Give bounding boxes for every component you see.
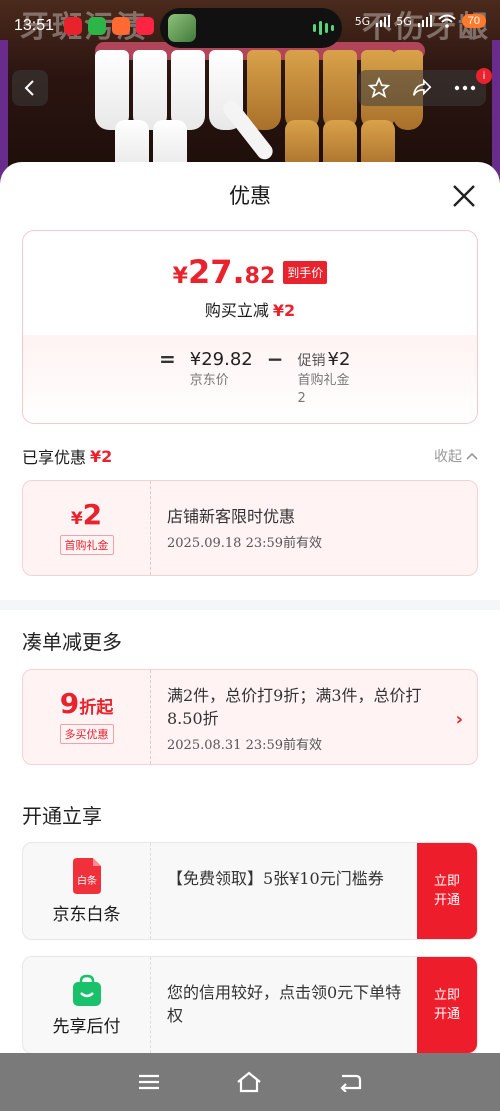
minus-sign: −: [266, 347, 284, 371]
coupon-tag: 首购礼金: [59, 535, 114, 555]
chevron-up-icon: [466, 452, 478, 460]
promo-discount: 促销 ¥2 首购礼金 2: [297, 349, 351, 406]
service-description: 【免费领取】5张¥10元门槛券: [167, 869, 384, 888]
signal-icon: [376, 15, 391, 27]
more-icon[interactable]: [454, 85, 476, 91]
service-description: 您的信用较好，点击领0元下单特权: [167, 983, 402, 1026]
price-summary-card: ¥27. 82 到手价 购买立减 ¥2 = ¥29.82 京东价 − 促销 ¥2 首购…: [22, 230, 478, 424]
section-title-more: 凑单减更多: [22, 630, 122, 654]
multi-buy-coupon[interactable]: 9折起 多买优惠 满2件，总价打9折；满3件，总价打8.50折 2025.08.…: [22, 669, 478, 765]
price-breakdown: = ¥29.82 京东价 − 促销 ¥2 首购礼金 2: [159, 347, 351, 423]
signal-2-label: 5G: [396, 14, 412, 28]
app-icon: [112, 17, 131, 35]
coupon-expiry: 2025.09.18 23:59前有效: [167, 536, 323, 552]
coupon-tag: 多买优惠: [59, 724, 114, 744]
equals-sign: =: [159, 347, 176, 371]
chevron-right-icon: ›: [455, 709, 463, 730]
open-pay-later-button[interactable]: 立即开通: [417, 957, 477, 1053]
action-button-group: [358, 70, 486, 106]
base-price: ¥29.82 京东价: [189, 349, 253, 388]
signal-1-label: 5G: [354, 14, 371, 28]
image-border-right: [492, 40, 500, 180]
discount-value: 9折起: [59, 687, 114, 720]
shopping-bag-icon: [72, 974, 101, 1006]
notification-dot: i: [476, 68, 492, 84]
status-bar: 牙斑污渍 不伤牙龈 13:51 5G 5G 70: [0, 0, 500, 52]
clock: 13:51: [14, 17, 55, 34]
system-indicators: 5G 5G 70: [355, 14, 486, 28]
star-icon[interactable]: [368, 77, 391, 99]
notification-icons: [64, 17, 155, 35]
wechat-icon: [88, 17, 107, 35]
close-icon[interactable]: [450, 182, 478, 210]
battery-level: 70: [461, 14, 486, 28]
back-nav-icon[interactable]: [338, 1072, 362, 1092]
baitiao-offer: 白条 京东白条 【免费领取】5张¥10元门槛券 立即开通: [22, 842, 478, 940]
coupon-value: ¥2: [70, 498, 103, 531]
enjoyed-amount: ¥2: [90, 446, 113, 466]
media-thumbnail: [168, 14, 196, 42]
svg-text:白条: 白条: [77, 874, 97, 887]
menu-icon[interactable]: [138, 1073, 160, 1091]
dynamic-island[interactable]: [160, 8, 342, 48]
instant-reduction: 购买立减 ¥2: [204, 301, 296, 320]
coupon-expiry: 2025.08.31 23:59前有效: [167, 738, 323, 754]
wifi-icon: [438, 14, 456, 28]
signal-icon: [417, 15, 432, 27]
open-baitiao-button[interactable]: 立即开通: [417, 843, 477, 939]
share-icon[interactable]: [411, 77, 433, 99]
image-border-left: [0, 40, 8, 180]
collapse-button[interactable]: 收起: [434, 446, 478, 466]
final-price: ¥27. 82: [172, 253, 276, 291]
system-nav-bar: [0, 1053, 500, 1111]
home-icon[interactable]: [236, 1071, 262, 1093]
enjoyed-discount-row: 已享优惠 ¥2 收起: [22, 444, 478, 468]
service-name: 京东白条: [52, 904, 121, 925]
new-customer-coupon[interactable]: ¥2 首购礼金 店铺新客限时优惠 2025.09.18 23:59前有效: [22, 480, 478, 576]
coupon-title: 满2件，总价打9折；满3件，总价打8.50折: [167, 686, 422, 729]
enjoyed-label: 已享优惠: [22, 448, 87, 467]
coupon-title: 店铺新客限时优惠: [167, 507, 296, 526]
section-title-open: 开通立享: [22, 804, 102, 828]
xiaohongshu-icon: [136, 17, 155, 35]
audio-wave-icon: [313, 21, 334, 35]
weibo-icon: [64, 17, 83, 35]
pay-later-offer: 先享后付 您的信用较好，点击领0元下单特权 立即开通: [22, 956, 478, 1053]
baitiao-icon: 白条: [72, 857, 101, 894]
back-button[interactable]: [12, 70, 48, 106]
discount-sheet: 优惠 ¥27. 82 到手价 购买立减 ¥2 = ¥29.82 京东价 − 促销 ¥2…: [0, 162, 500, 1053]
service-name: 先享后付: [52, 1016, 121, 1037]
back-icon: [24, 80, 34, 96]
final-price-tag: 到手价: [283, 261, 328, 284]
sheet-title: 优惠: [229, 184, 271, 208]
section-divider: [0, 600, 500, 610]
